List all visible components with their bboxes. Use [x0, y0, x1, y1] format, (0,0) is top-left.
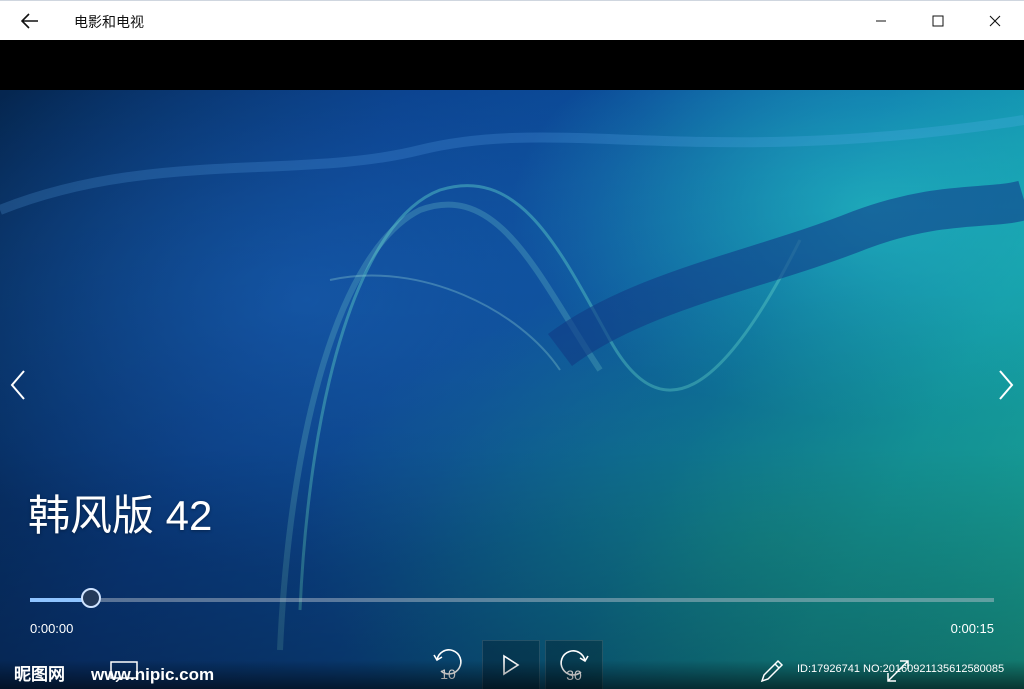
- seek-track: [30, 598, 994, 602]
- back-button[interactable]: [12, 5, 48, 37]
- close-button[interactable]: [967, 1, 1023, 41]
- title-bar: 电影和电视: [0, 0, 1024, 40]
- next-button[interactable]: [988, 365, 1024, 405]
- window-title: 电影和电视: [74, 15, 144, 31]
- maximize-icon: [932, 15, 944, 27]
- seek-bar[interactable]: [30, 588, 994, 612]
- media-viewport[interactable]: 韩风版 42 0:00:00 0:00:15 10 30: [0, 90, 1024, 689]
- watermark-brand-name: 昵图网: [14, 665, 65, 684]
- pencil-icon: [760, 659, 784, 683]
- chevron-left-icon: [10, 370, 25, 400]
- chevron-right-icon: [999, 370, 1014, 400]
- minimize-button[interactable]: [853, 1, 909, 41]
- close-icon: [989, 15, 1001, 27]
- maximize-button[interactable]: [910, 1, 966, 41]
- back-arrow-icon: [21, 13, 38, 29]
- media-title: 韩风版 42: [28, 492, 213, 539]
- letterbox-bar: [0, 40, 1024, 90]
- edit-button[interactable]: [754, 654, 790, 688]
- captions-button[interactable]: [106, 654, 142, 688]
- seek-thumb[interactable]: [80, 588, 101, 608]
- watermark-id: ID:17926741 NO:20160921135612580085: [797, 663, 1005, 675]
- current-time: 0:00:00: [30, 621, 74, 636]
- previous-button[interactable]: [0, 365, 36, 405]
- minimize-icon: [876, 20, 886, 22]
- captions-icon: [110, 661, 138, 682]
- total-duration: 0:00:15: [950, 621, 994, 636]
